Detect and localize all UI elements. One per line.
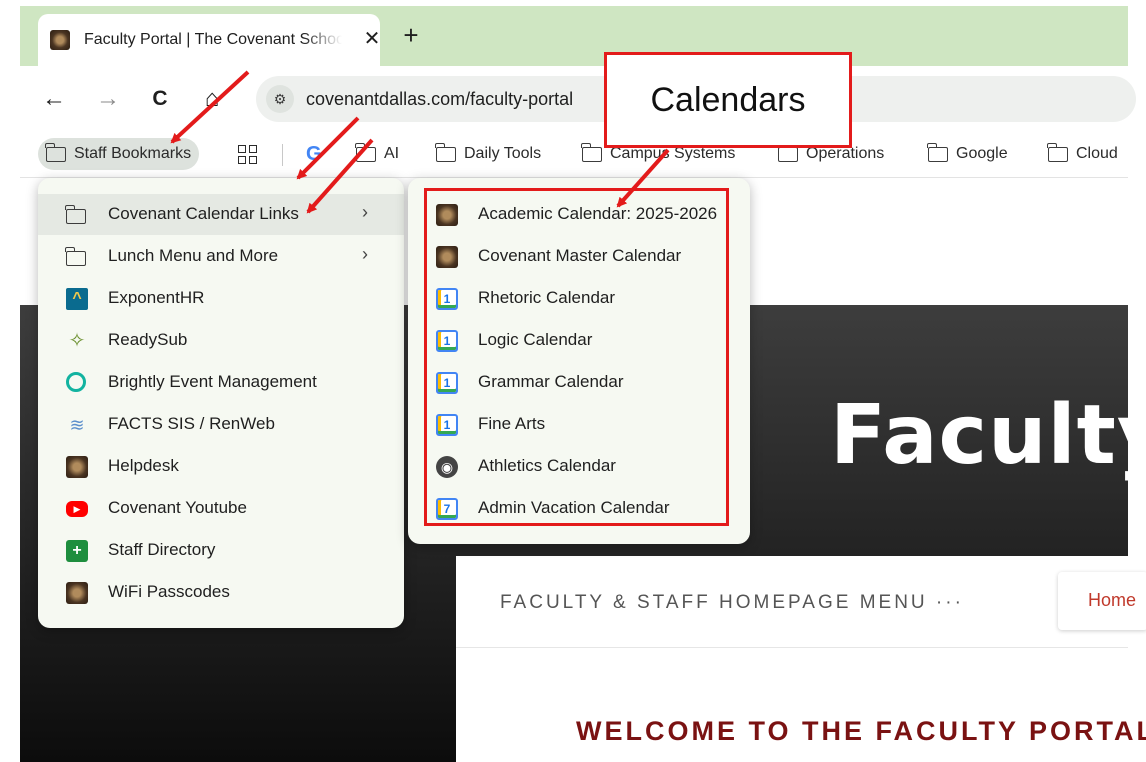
menu-item-helpdesk[interactable]: Helpdesk	[38, 446, 404, 487]
bookmark-label: Daily Tools	[464, 145, 542, 162]
exponenthr-icon: ^	[66, 288, 88, 310]
site-info-icon[interactable]: ⚙	[266, 85, 294, 113]
youtube-icon: ▶	[66, 501, 88, 517]
directory-icon: +	[66, 540, 88, 562]
menu-item-covenant-calendar-links[interactable]: Covenant Calendar Links ›	[38, 194, 404, 235]
bookmark-label: Cloud	[1076, 145, 1118, 162]
folder-icon	[777, 142, 798, 162]
brightly-icon	[66, 372, 86, 392]
welcome-heading: WELCOME TO THE FACULTY PORTAL	[576, 716, 1146, 746]
folder-icon	[1047, 142, 1068, 162]
bookmarks-separator	[282, 144, 283, 166]
folder-icon	[65, 204, 88, 226]
folder-icon	[435, 142, 456, 162]
staff-bookmarks-menu: Covenant Calendar Links › Lunch Menu and…	[38, 178, 404, 628]
chevron-right-icon: ›	[362, 202, 368, 222]
menu-item-label: WiFi Passcodes	[108, 582, 230, 601]
chevron-right-icon: ›	[362, 244, 368, 264]
menu-item-label: Lunch Menu and More	[108, 246, 279, 265]
covenant-seal-icon	[66, 582, 88, 604]
covenant-seal-icon	[66, 456, 88, 478]
menu-item-label: Staff Directory	[108, 540, 216, 559]
bookmark-staff-bookmarks[interactable]: Staff Bookmarks	[38, 138, 200, 170]
home-link[interactable]: Home	[1058, 572, 1146, 630]
homepage-menu-card: FACULTY & STAFF HOMEPAGE MENU ··· Home W…	[456, 556, 1146, 762]
menu-item-facts-sis[interactable]: ≋ FACTS SIS / RenWeb	[38, 404, 404, 445]
menu-item-label: Covenant Youtube	[108, 498, 247, 517]
bookmark-folder-daily-tools[interactable]: Daily Tools	[435, 138, 542, 170]
bookmark-folder-cloud[interactable]: Cloud	[1047, 138, 1118, 170]
google-icon: G	[306, 142, 322, 165]
covenant-seal-icon	[50, 30, 70, 50]
home-link-label: Home	[1088, 590, 1137, 610]
homepage-menu-label[interactable]: FACULTY & STAFF HOMEPAGE MENU ···	[500, 592, 964, 614]
calendars-callout: Calendars	[604, 52, 852, 148]
callout-text: Calendars	[650, 81, 806, 119]
home-icon[interactable]: ⌂	[198, 86, 226, 114]
menu-item-wifi-passcodes[interactable]: WiFi Passcodes	[38, 572, 404, 613]
bookmark-label: Staff Bookmarks	[74, 145, 192, 162]
tab-title: Faculty Portal | The Covenant School	[84, 31, 342, 48]
bookmark-folder-ai[interactable]: AI	[355, 138, 400, 170]
close-icon[interactable]: ✕	[360, 27, 384, 51]
menu-item-label: Helpdesk	[108, 456, 179, 475]
menu-item-label: ExponentHR	[108, 288, 205, 307]
facts-icon: ≋	[69, 415, 85, 435]
url-text[interactable]: covenantdallas.com/faculty-portal	[306, 89, 573, 109]
folder-icon	[355, 142, 376, 162]
folder-icon	[581, 142, 602, 162]
menu-item-lunch-menu[interactable]: Lunch Menu and More ›	[38, 236, 404, 277]
bookmark-apps[interactable]	[238, 138, 257, 170]
menu-item-readysub[interactable]: ✧ ReadySub	[38, 320, 404, 361]
menu-item-exponenthr[interactable]: ^ ExponentHR	[38, 278, 404, 319]
menu-item-covenant-youtube[interactable]: ▶ Covenant Youtube	[38, 488, 404, 529]
homepage-menu-bar: FACULTY & STAFF HOMEPAGE MENU ··· Home	[456, 556, 1146, 648]
bookmark-label: AI	[384, 145, 400, 162]
hero-title: Faculty	[830, 388, 1146, 483]
bookmarks-bar: Staff Bookmarks G AI Daily Tools Campus …	[20, 132, 1128, 178]
folder-icon	[65, 246, 88, 268]
menu-item-label: Brightly Event Management	[108, 372, 317, 391]
forward-arrow-icon[interactable]: →	[94, 86, 122, 114]
menu-item-label: FACTS SIS / RenWeb	[108, 414, 275, 433]
bookmark-folder-google[interactable]: Google	[927, 138, 1008, 170]
menu-item-staff-directory[interactable]: + Staff Directory	[38, 530, 404, 571]
new-tab-button[interactable]: +	[398, 22, 424, 49]
folder-icon	[927, 142, 948, 162]
calendar-highlight-box	[424, 188, 729, 526]
apps-icon	[238, 144, 257, 164]
browser-tab[interactable]: Faculty Portal | The Covenant School ✕	[38, 14, 380, 66]
folder-icon	[45, 142, 66, 162]
back-arrow-icon[interactable]: ←	[40, 86, 68, 114]
menu-item-label: ReadySub	[108, 330, 188, 349]
browser-toolbar: ← → C ⌂ ⚙ covenantdallas.com/faculty-por…	[20, 66, 1136, 132]
readysub-icon: ✧	[68, 330, 86, 352]
menu-item-brightly[interactable]: Brightly Event Management	[38, 362, 404, 403]
bookmark-google[interactable]: G	[306, 138, 322, 170]
bookmark-label: Google	[956, 145, 1008, 162]
menu-item-label: Covenant Calendar Links	[108, 204, 299, 223]
reload-icon[interactable]: C	[146, 86, 174, 114]
tab-strip: Faculty Portal | The Covenant School ✕ +	[20, 6, 1128, 66]
